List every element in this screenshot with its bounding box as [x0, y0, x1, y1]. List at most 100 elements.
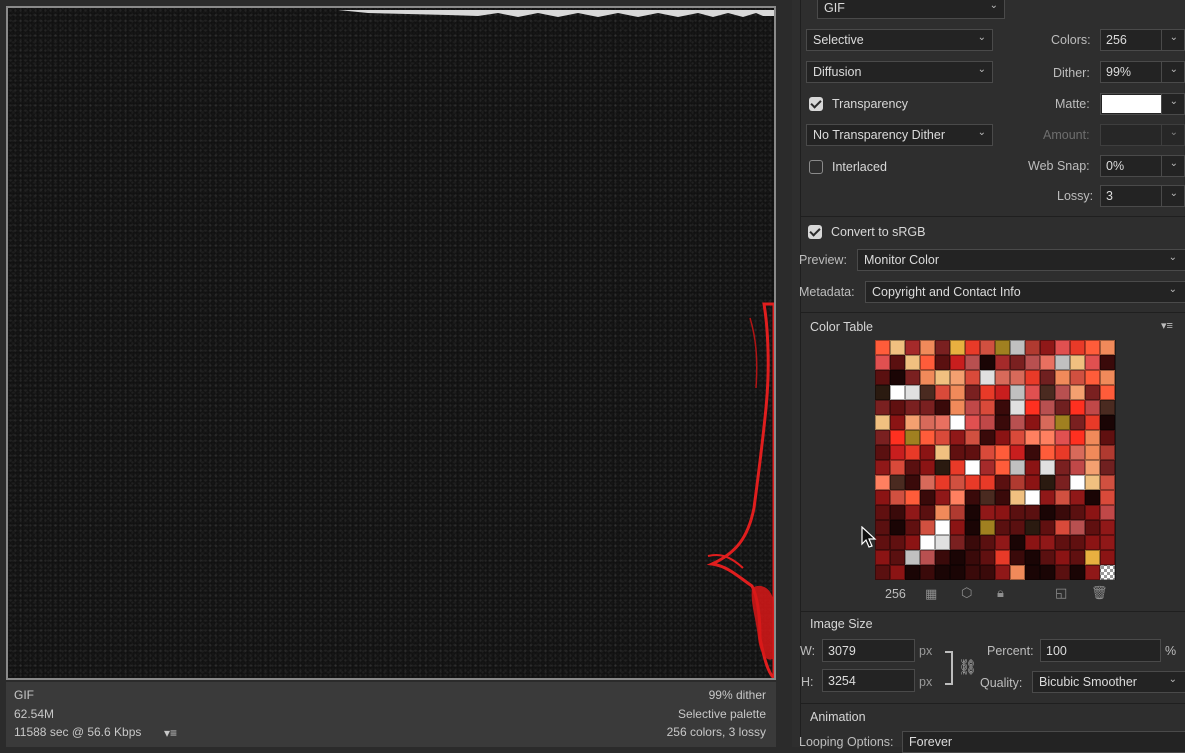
color-swatch[interactable]	[1010, 385, 1025, 400]
color-swatch[interactable]	[905, 445, 920, 460]
color-swatch[interactable]	[1100, 400, 1115, 415]
color-swatch[interactable]	[950, 520, 965, 535]
color-swatch[interactable]	[1025, 565, 1040, 580]
color-swatch[interactable]	[1055, 505, 1070, 520]
color-swatch[interactable]	[950, 430, 965, 445]
color-swatch[interactable]	[1085, 445, 1100, 460]
color-swatch[interactable]	[1040, 475, 1055, 490]
color-swatch[interactable]	[935, 415, 950, 430]
color-swatch[interactable]	[875, 505, 890, 520]
color-swatch[interactable]	[1055, 565, 1070, 580]
color-swatch[interactable]	[980, 430, 995, 445]
color-swatch[interactable]	[920, 550, 935, 565]
color-swatch[interactable]	[905, 385, 920, 400]
color-swatch[interactable]	[1010, 355, 1025, 370]
color-swatch[interactable]	[875, 475, 890, 490]
color-swatch[interactable]	[1100, 370, 1115, 385]
color-swatch[interactable]	[965, 460, 980, 475]
color-swatch[interactable]	[1040, 505, 1055, 520]
color-swatch[interactable]	[995, 340, 1010, 355]
color-swatch[interactable]	[965, 535, 980, 550]
color-swatch[interactable]	[1025, 475, 1040, 490]
color-swatch[interactable]	[980, 520, 995, 535]
color-swatch[interactable]	[1010, 445, 1025, 460]
color-swatch[interactable]	[995, 550, 1010, 565]
color-swatch[interactable]	[1010, 415, 1025, 430]
color-swatch[interactable]	[950, 370, 965, 385]
color-swatch[interactable]	[1025, 400, 1040, 415]
color-swatch[interactable]	[890, 430, 905, 445]
color-swatch[interactable]	[950, 340, 965, 355]
color-swatch[interactable]	[1025, 370, 1040, 385]
color-swatch[interactable]	[1100, 355, 1115, 370]
color-swatch[interactable]	[875, 415, 890, 430]
color-swatch[interactable]	[890, 535, 905, 550]
color-swatch[interactable]	[875, 460, 890, 475]
color-swatch[interactable]	[905, 535, 920, 550]
color-swatch[interactable]	[950, 385, 965, 400]
color-swatch[interactable]	[965, 370, 980, 385]
color-swatch[interactable]	[1025, 445, 1040, 460]
color-swatch[interactable]	[1055, 415, 1070, 430]
color-swatch[interactable]	[1100, 430, 1115, 445]
color-swatch[interactable]	[875, 370, 890, 385]
color-swatch[interactable]	[1010, 430, 1025, 445]
color-swatch[interactable]	[965, 565, 980, 580]
color-swatch[interactable]	[890, 520, 905, 535]
color-swatch[interactable]	[1085, 355, 1100, 370]
color-swatch[interactable]	[965, 400, 980, 415]
color-swatch[interactable]	[965, 520, 980, 535]
color-swatch[interactable]	[875, 340, 890, 355]
percent-input[interactable]: 100	[1040, 639, 1161, 662]
amount-combo[interactable]: ⌄	[1100, 124, 1185, 146]
chain-link-icon[interactable]: ⛓︎	[958, 658, 977, 676]
color-swatch[interactable]	[980, 355, 995, 370]
color-swatch[interactable]	[995, 535, 1010, 550]
color-swatch[interactable]	[890, 400, 905, 415]
color-swatch[interactable]	[995, 370, 1010, 385]
color-swatch[interactable]	[995, 475, 1010, 490]
color-swatch[interactable]	[980, 400, 995, 415]
color-swatch[interactable]	[995, 430, 1010, 445]
color-swatch[interactable]	[980, 490, 995, 505]
color-swatch[interactable]	[1070, 445, 1085, 460]
trash-icon[interactable]: 🗑︎	[1091, 585, 1108, 601]
color-swatch[interactable]	[905, 505, 920, 520]
color-swatch[interactable]	[1010, 535, 1025, 550]
color-swatch[interactable]	[1055, 430, 1070, 445]
color-swatch[interactable]	[1070, 430, 1085, 445]
color-swatch[interactable]	[890, 550, 905, 565]
color-swatch[interactable]	[890, 415, 905, 430]
color-swatch[interactable]	[1055, 550, 1070, 565]
color-swatch[interactable]	[905, 370, 920, 385]
color-swatch[interactable]	[905, 520, 920, 535]
color-swatch[interactable]	[890, 355, 905, 370]
format-select[interactable]: GIF ⌄	[817, 0, 1005, 19]
color-swatch[interactable]	[1070, 520, 1085, 535]
color-swatch[interactable]	[920, 490, 935, 505]
color-swatch[interactable]	[1070, 385, 1085, 400]
color-swatch[interactable]	[1070, 340, 1085, 355]
color-swatch[interactable]	[995, 355, 1010, 370]
color-swatch[interactable]	[1085, 475, 1100, 490]
color-swatch[interactable]	[1040, 340, 1055, 355]
color-swatch[interactable]	[920, 505, 935, 520]
color-swatch[interactable]	[1025, 385, 1040, 400]
color-swatch[interactable]	[1070, 460, 1085, 475]
dither-combo[interactable]: 99% ⌄	[1100, 61, 1185, 83]
color-swatch[interactable]	[875, 490, 890, 505]
color-swatch[interactable]	[875, 445, 890, 460]
color-swatch[interactable]	[1085, 430, 1100, 445]
matte-combo[interactable]: ⌄	[1100, 93, 1185, 115]
color-swatch[interactable]	[950, 460, 965, 475]
color-swatch[interactable]	[1100, 445, 1115, 460]
color-swatch[interactable]	[890, 370, 905, 385]
color-swatch[interactable]	[1070, 565, 1085, 580]
color-swatch[interactable]	[950, 415, 965, 430]
color-swatch[interactable]	[980, 475, 995, 490]
color-swatch[interactable]	[950, 535, 965, 550]
color-swatch[interactable]	[905, 460, 920, 475]
color-swatch[interactable]	[875, 520, 890, 535]
color-swatch[interactable]	[1085, 370, 1100, 385]
color-swatch[interactable]	[1100, 475, 1115, 490]
